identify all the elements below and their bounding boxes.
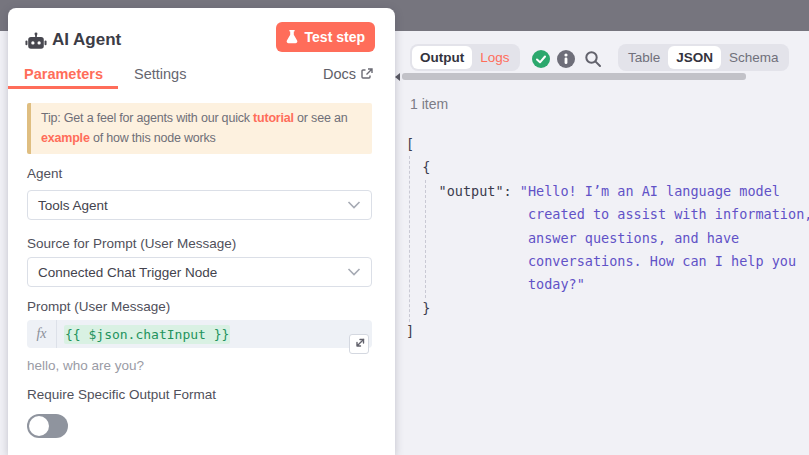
tab-schema[interactable]: Schema (721, 46, 787, 69)
hscrollbar-arrow[interactable] (395, 73, 400, 81)
output-logs-switch: Output Logs (410, 44, 520, 71)
example-link[interactable]: example (41, 131, 90, 145)
source-select[interactable]: Connected Chat Trigger Node (27, 257, 372, 287)
tab-table[interactable]: Table (620, 46, 668, 69)
require-format-toggle[interactable] (27, 414, 68, 438)
test-step-button[interactable]: Test step (276, 22, 375, 52)
app-window: Output Logs Table JSON Schema 1 item [ {… (0, 0, 809, 455)
expand-expression-button[interactable] (349, 334, 369, 354)
source-label: Source for Prompt (User Message) (27, 236, 236, 251)
flask-icon (286, 30, 298, 44)
chevron-down-icon (347, 268, 361, 276)
docs-link[interactable]: Docs (323, 66, 373, 82)
tab-output[interactable]: Output (412, 46, 472, 69)
prompt-hint: hello, who are you? (27, 358, 144, 373)
display-mode-switch: Table JSON Schema (618, 44, 789, 71)
agent-label: Agent (27, 166, 62, 181)
search-icon[interactable] (584, 50, 602, 68)
toggle-knob (29, 416, 49, 436)
tab-parameters[interactable]: Parameters (24, 66, 103, 82)
tab-settings[interactable]: Settings (134, 66, 186, 82)
active-tab-underline (8, 86, 118, 89)
info-icon[interactable] (557, 50, 575, 68)
json-code: [ { "output": "Hello! I’m an AI language… (406, 133, 809, 344)
node-title: AI Agent (52, 30, 121, 50)
agent-select[interactable]: Tools Agent (27, 190, 372, 220)
robot-icon (25, 32, 47, 51)
chevron-down-icon (347, 201, 361, 209)
node-settings-panel: AI Agent Test step Parameters Settings D… (8, 8, 395, 455)
hscrollbar-thumb[interactable] (402, 73, 746, 80)
require-format-label: Require Specific Output Format (27, 387, 216, 402)
tutorial-link[interactable]: tutorial (253, 111, 294, 125)
item-count: 1 item (410, 96, 448, 112)
tip-banner: Tip: Get a feel for agents with our quic… (27, 103, 372, 154)
prompt-expression-input[interactable]: fx {{ $json.chatInput }} (27, 320, 372, 348)
tab-logs[interactable]: Logs (472, 46, 517, 69)
fx-badge: fx (27, 320, 57, 348)
success-check-icon (532, 50, 550, 68)
prompt-label: Prompt (User Message) (27, 299, 170, 314)
tab-json[interactable]: JSON (668, 46, 721, 69)
external-link-icon (361, 68, 373, 80)
